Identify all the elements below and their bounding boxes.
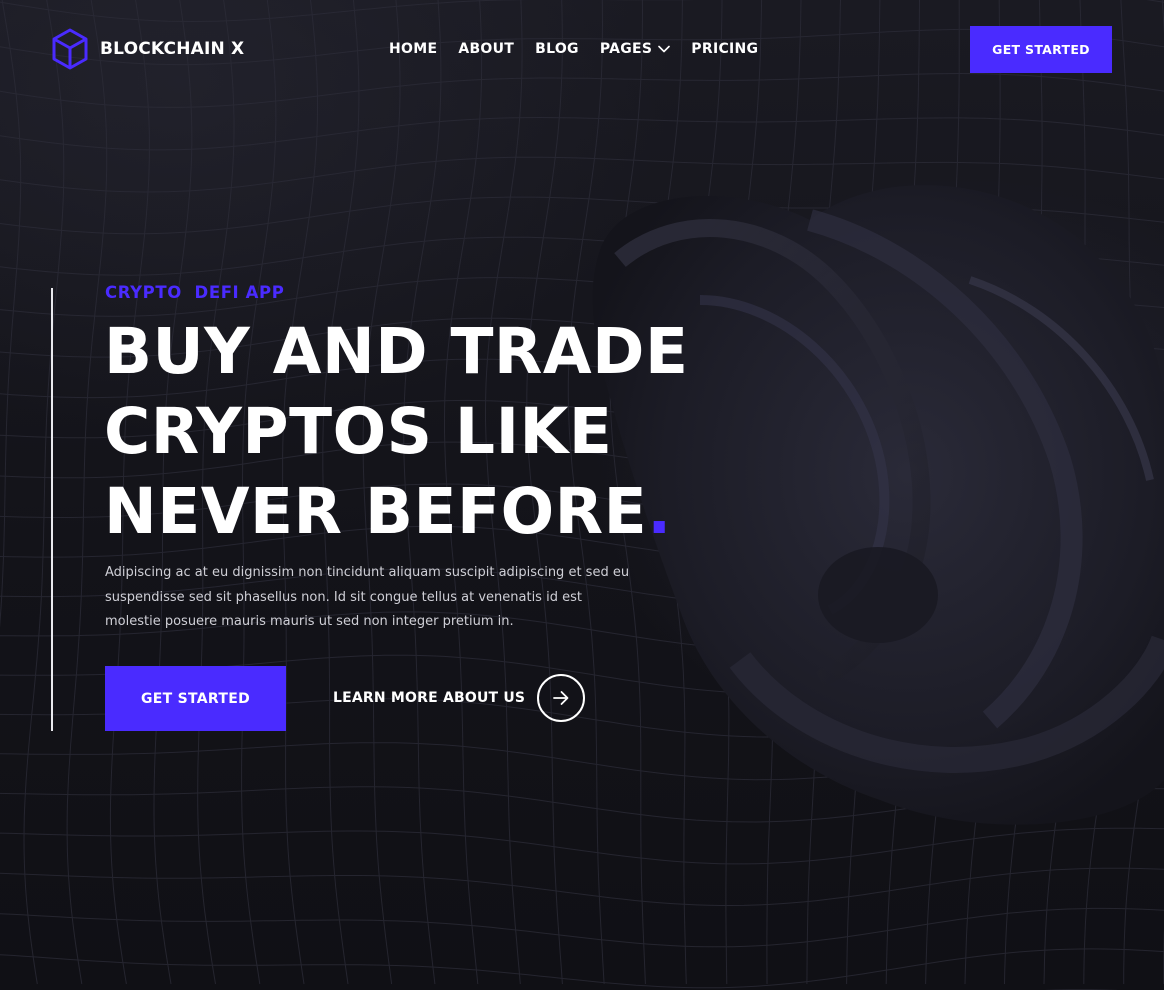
nav-item-label: HOME xyxy=(389,41,438,57)
nav-item-label: PAGES xyxy=(599,41,653,57)
nav-item-label: PRICING xyxy=(691,41,759,57)
hero-vertical-divider xyxy=(51,288,53,731)
nav-item-label: BLOG xyxy=(535,41,579,57)
nav-item-pricing[interactable]: PRICING xyxy=(691,39,758,59)
brand-name: BLOCKCHAIN X xyxy=(100,39,245,59)
hero-get-started-button[interactable]: GET STARTED xyxy=(105,666,286,731)
header-get-started-button[interactable]: GET STARTED xyxy=(970,26,1112,73)
landing-page: BLOCKCHAIN X HOME ABOUT BLOG PAGES PRICI… xyxy=(0,0,1164,990)
learn-more-link[interactable]: LEARN MORE ABOUT US xyxy=(333,672,586,724)
arrow-right-icon xyxy=(537,674,586,722)
nav-item-home[interactable]: HOME xyxy=(389,39,437,59)
headline-line-2: CRYPTOS LIKE xyxy=(104,395,613,468)
headline-line-3: NEVER BEFORE xyxy=(104,475,648,548)
nav-item-label: ABOUT xyxy=(458,41,515,57)
learn-more-label: LEARN MORE ABOUT US xyxy=(333,690,526,706)
cube-icon xyxy=(52,28,88,70)
brand-logo[interactable]: BLOCKCHAIN X xyxy=(50,27,244,71)
hero-description: Adipiscing ac at eu dignissim non tincid… xyxy=(105,565,630,629)
headline-line-1: BUY AND TRADE xyxy=(104,315,689,388)
headline-line-3-wrap: NEVER BEFORE. xyxy=(104,472,824,552)
hero-eyebrow: CRYPTO DEFI APP xyxy=(105,283,285,302)
headline-accent-dot: . xyxy=(647,475,672,548)
nav-item-blog[interactable]: BLOG xyxy=(535,39,579,59)
main-nav: HOME ABOUT BLOG PAGES PRICING xyxy=(389,39,779,59)
nav-item-pages[interactable]: PAGES xyxy=(599,39,671,59)
nav-item-about[interactable]: ABOUT xyxy=(458,39,514,59)
site-header: BLOCKCHAIN X HOME ABOUT BLOG PAGES PRICI… xyxy=(0,0,1164,100)
hero-headline: BUY AND TRADE CRYPTOS LIKE NEVER BEFORE. xyxy=(104,312,824,552)
chevron-down-icon xyxy=(658,45,671,53)
